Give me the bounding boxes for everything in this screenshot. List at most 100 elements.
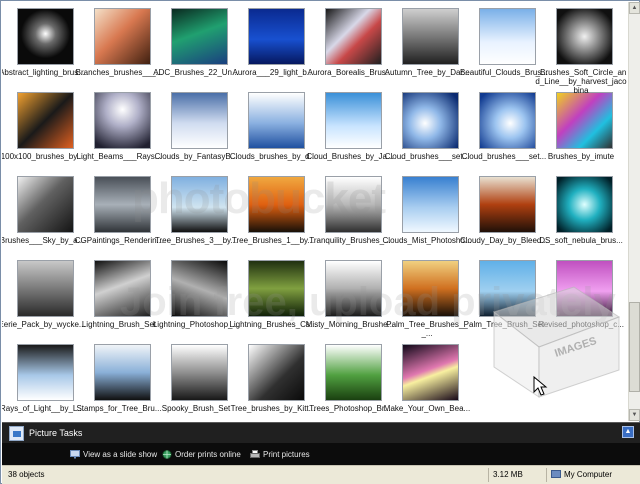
- thumbnail-item[interactable]: Brushes_by_imute: [541, 86, 621, 172]
- thumbnail-item[interactable]: Branches_brushes___...: [76, 2, 162, 88]
- thumbnail-item[interactable]: Rays_of_Light__by_L...: [2, 338, 84, 421]
- thumbnail-item[interactable]: Light_Beams___Rays...: [77, 86, 161, 172]
- thumbnail-image[interactable]: [479, 92, 536, 149]
- thumbnail-image[interactable]: [171, 92, 228, 149]
- scroll-up-button[interactable]: ▲: [629, 2, 640, 14]
- thumbnail-item[interactable]: Brushes___Sky_by_a...: [2, 170, 84, 256]
- thumbnail-image[interactable]: [171, 176, 228, 233]
- thumbnail-item[interactable]: Stamps_for_Tree_Bru...: [76, 338, 162, 421]
- thumbnail-image[interactable]: [248, 92, 305, 149]
- thumbnail-item[interactable]: Make_Your_Own_Bea...: [384, 338, 470, 421]
- thumbnail-item[interactable]: Spooky_Brush_Set: [156, 338, 236, 421]
- thumbnail-item[interactable]: Cloud_Brushes_by_Ja...: [306, 86, 394, 172]
- thumbnail-image[interactable]: [325, 92, 382, 149]
- thumbnail-image[interactable]: [171, 8, 228, 65]
- thumbnail-image[interactable]: [479, 8, 536, 65]
- thumbnail-image[interactable]: [325, 260, 382, 317]
- thumbnail-item[interactable]: Palm_Tree_Brush_Set: [464, 254, 544, 340]
- thumbnail-item[interactable]: Clouds_by_FantasyB...: [155, 86, 237, 172]
- thumbnail-image[interactable]: [17, 176, 74, 233]
- thumbnail-item[interactable]: Misty_Morning_Brushe...: [306, 254, 394, 340]
- thumbnail-image[interactable]: [248, 176, 305, 233]
- thumbnail-item[interactable]: Clouds_brushes_by_d...: [230, 86, 316, 172]
- thumbnail-item[interactable]: Abstract_lighting_brus...: [2, 2, 85, 88]
- thumbnail-image[interactable]: [556, 92, 613, 149]
- thumbnail-item[interactable]: Lightning_Photoshop_...: [153, 254, 239, 340]
- thumbnail-item[interactable]: Cloudy_Day_by_Bleed...: [460, 170, 548, 256]
- thumbnail-item[interactable]: Autumn_Tree_by_Dar...: [385, 2, 469, 88]
- thumbnail-item[interactable]: Lightning_Brushes_Cs...: [229, 254, 317, 340]
- thumbnail-image[interactable]: [17, 344, 74, 401]
- vertical-scrollbar[interactable]: ▲ ▼: [628, 2, 640, 421]
- thumbnail-image[interactable]: [556, 260, 613, 317]
- thumbnail-image[interactable]: [402, 8, 459, 65]
- thumbnail-caption: 100x100_brushes_by...: [2, 152, 84, 161]
- thumbnail-image[interactable]: [402, 92, 459, 149]
- status-bar: 38 objects 3.12 MB My Computer: [2, 465, 640, 484]
- slideshow-icon: [70, 450, 80, 459]
- thumbnail-caption: Brushes___Sky_by_a...: [2, 236, 85, 245]
- thumbnail-image[interactable]: [556, 176, 613, 233]
- thumbnail-item[interactable]: Tree_Brushes_1__by...: [232, 170, 314, 256]
- thumbnail-item[interactable]: 100x100_brushes_by...: [2, 86, 83, 172]
- thumbnail-item[interactable]: Tree_brushes_by_Kitt...: [231, 338, 315, 421]
- thumbnail-item[interactable]: DS_soft_nebula_brus...: [539, 170, 623, 256]
- thumbnail-image[interactable]: [479, 260, 536, 317]
- picture-tasks-title: Picture Tasks: [29, 428, 83, 438]
- thumbnail-image[interactable]: [248, 8, 305, 65]
- thumbnail-item[interactable]: CGPaintings_Renderin...: [75, 170, 163, 256]
- thumbnail-image[interactable]: [94, 8, 151, 65]
- thumbnail-item[interactable]: Cloud_brushes___set...: [385, 86, 469, 172]
- picture-tasks-header[interactable]: Picture Tasks ▲: [2, 422, 640, 443]
- thumbnail-item[interactable]: Tranquility_Brushes_...: [309, 170, 391, 256]
- thumbnail-image[interactable]: [248, 260, 305, 317]
- status-location: My Computer: [546, 468, 638, 482]
- thumbnail-image[interactable]: [325, 176, 382, 233]
- thumbnail-item[interactable]: Trees_Photoshop_Br...: [309, 338, 391, 421]
- thumbnail-image[interactable]: [17, 260, 74, 317]
- thumbnail-item[interactable]: Cloud_brushes___set...: [462, 86, 546, 172]
- thumbnail-item[interactable]: Lightning_Brush_Set: [79, 254, 159, 340]
- status-object-count: 38 objects: [8, 470, 45, 479]
- thumbnail-item[interactable]: Palm_Tree_Brushes___...: [386, 254, 468, 340]
- mouse-cursor-icon: [533, 375, 548, 396]
- thumbnail-image[interactable]: [325, 344, 382, 401]
- thumbnail-item[interactable]: Revised_photoshop_c...: [538, 254, 624, 340]
- my-computer-icon: [551, 470, 561, 478]
- thumbnail-image[interactable]: [402, 176, 459, 233]
- thumbnail-item[interactable]: ADC_Brushes_22_Un...: [153, 2, 239, 88]
- thumbnail-image[interactable]: [171, 260, 228, 317]
- picture-tasks-icon: [9, 426, 24, 441]
- thumbnail-image[interactable]: [479, 176, 536, 233]
- thumbnail-image[interactable]: [94, 344, 151, 401]
- thumbnail-image[interactable]: [325, 8, 382, 65]
- thumbnail-image[interactable]: [402, 260, 459, 317]
- thumbnail-item[interactable]: Eerie_Pack_by_wycke...: [2, 254, 86, 340]
- thumbnail-image[interactable]: [94, 176, 151, 233]
- thumbnail-item[interactable]: Beautiful_Clouds_Brus...: [460, 2, 548, 88]
- thumbnail-item[interactable]: Clouds_Mist_Photosho...: [383, 170, 471, 256]
- collapse-chevron-icon[interactable]: ▲: [622, 426, 634, 438]
- scroll-thumb[interactable]: [629, 302, 640, 392]
- thumbnail-item[interactable]: Aurora_Borealis_Brus...: [308, 2, 392, 88]
- thumbnail-caption: Rays_of_Light__by_L...: [2, 404, 85, 413]
- globe-icon: [162, 450, 172, 459]
- thumbnail-image[interactable]: [402, 344, 459, 401]
- status-size: 3.12 MB: [488, 468, 546, 482]
- thumbnail-image[interactable]: [248, 344, 305, 401]
- printer-icon: [250, 450, 260, 458]
- explorer-window: Make_Your_Own_Bea... Trees_Photoshop_Br..…: [0, 0, 640, 484]
- thumbnail-item[interactable]: Aurora___29_light_b...: [233, 2, 313, 88]
- picture-tasks-panel: View as a slide show Order prints online…: [2, 443, 640, 465]
- thumbnail-item[interactable]: _Brushes_Soft_Circle_and_Line__by_harves…: [535, 2, 627, 95]
- thumbnail-item[interactable]: Tree_Brushes_3__by...: [155, 170, 237, 256]
- thumbnail-caption: Eerie_Pack_by_wycke...: [2, 320, 86, 329]
- thumbnail-image[interactable]: [171, 344, 228, 401]
- thumbnail-image[interactable]: [94, 260, 151, 317]
- thumbnail-image[interactable]: [17, 92, 74, 149]
- thumbnail-image[interactable]: [94, 92, 151, 149]
- thumbnail-image[interactable]: [17, 8, 74, 65]
- thumbnail-image[interactable]: [556, 8, 613, 65]
- scroll-down-button[interactable]: ▼: [629, 409, 640, 421]
- thumbnail-view[interactable]: Make_Your_Own_Bea... Trees_Photoshop_Br..…: [2, 2, 628, 421]
